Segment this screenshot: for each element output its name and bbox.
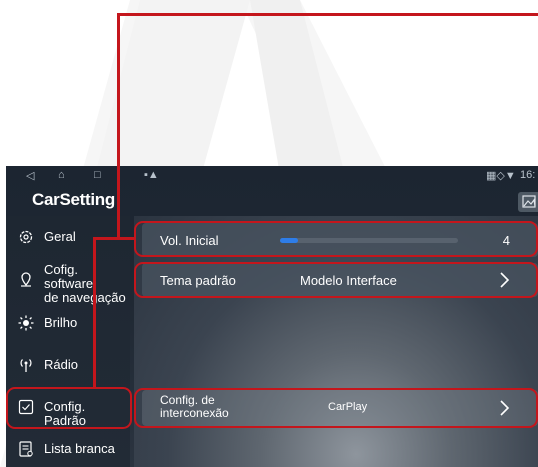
navigation-pin-icon	[21, 272, 31, 287]
connector-line	[117, 13, 538, 16]
home-nav-icon[interactable]: ⌂	[58, 169, 65, 181]
sidebar-item-label: Geral	[44, 229, 76, 244]
list-icon	[19, 441, 33, 457]
sidebar-item-radio[interactable]: Rádio	[6, 346, 130, 386]
brightness-icon	[18, 315, 34, 331]
highlight-sidebar-config-padrao	[6, 387, 132, 429]
sidebar-item-label-line2: de navegação	[44, 290, 126, 305]
gear-icon	[19, 230, 33, 244]
sidebar-item-lista-branca[interactable]: Lista branca	[6, 430, 130, 467]
notification-icon: ▪▲	[144, 169, 159, 181]
highlight-theme-row	[134, 262, 538, 298]
connector-line	[93, 237, 96, 388]
signal-icon: ▦◇▼	[486, 170, 516, 182]
highlight-interconnect-row	[134, 388, 538, 428]
connector-line	[93, 237, 119, 240]
radio-icon	[20, 359, 32, 372]
sidebar-item-navigation-software[interactable]: Cofig. software de navegação	[6, 260, 130, 305]
app-title: CarSetting	[32, 190, 115, 209]
wallpaper-button[interactable]	[518, 192, 538, 212]
sidebar-item-brilho[interactable]: Brilho	[6, 304, 130, 344]
recents-nav-icon[interactable]: □	[94, 169, 101, 181]
image-icon	[522, 195, 536, 208]
sidebar: Geral Cofig. software de navegação Brilh…	[6, 216, 130, 467]
connector-line	[117, 13, 120, 239]
highlight-volume-row	[134, 221, 538, 257]
sidebar-item-label: Brilho	[44, 315, 78, 330]
back-nav-icon[interactable]: ◁	[26, 169, 34, 182]
connector-line	[117, 237, 135, 240]
clock: 16:	[520, 169, 536, 181]
status-bar: ◁ ⌂ □ ▪▲ ▦◇▼ 16:	[6, 166, 538, 186]
sidebar-item-label-line1: Cofig. software	[44, 262, 94, 291]
sidebar-item-label: Cofig. software de navegação	[44, 263, 130, 305]
sidebar-item-label: Rádio	[44, 357, 78, 372]
sidebar-item-label: Lista branca	[44, 441, 115, 456]
